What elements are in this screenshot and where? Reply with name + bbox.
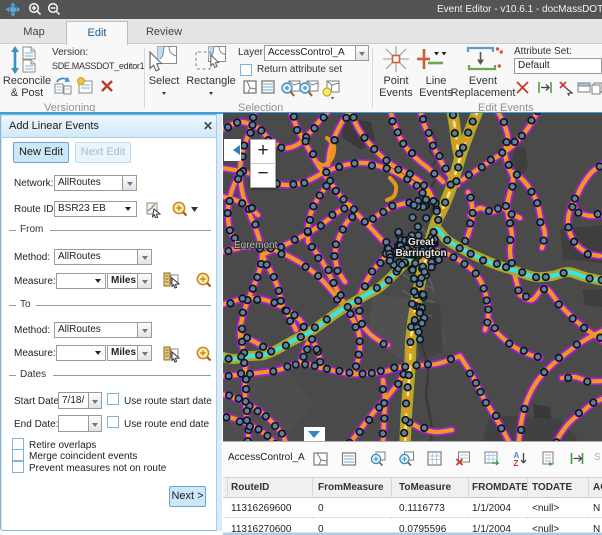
svg-text:Great: Great bbox=[408, 237, 435, 248]
svg-text:Barrington: Barrington bbox=[395, 248, 446, 259]
svg-text:Z: Z bbox=[514, 459, 519, 468]
svg-text:Egremont: Egremont bbox=[234, 240, 278, 251]
